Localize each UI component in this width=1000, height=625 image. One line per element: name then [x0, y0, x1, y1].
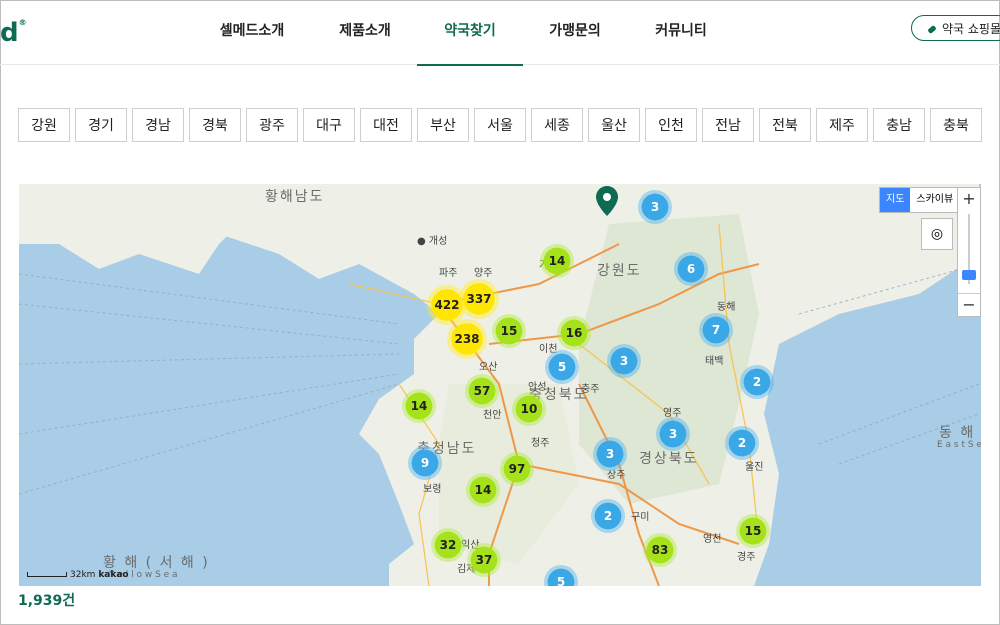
cluster-marker[interactable]: 14	[466, 473, 500, 507]
cluster-marker[interactable]: 3	[593, 437, 627, 471]
current-location-button[interactable]: ◎	[921, 218, 953, 250]
label-paju: 파주	[439, 268, 458, 279]
pharmacy-shop-button[interactable]: 약국 쇼핑몰	[911, 15, 1000, 41]
cluster-marker[interactable]: 3	[656, 417, 690, 451]
region-button[interactable]: 경북	[189, 108, 241, 142]
label-yangju: 양주	[474, 268, 493, 279]
nav-about[interactable]: 셀메드소개	[212, 0, 292, 64]
brand-logo[interactable]: d®	[0, 18, 27, 48]
map-type-control: 지도 스카이뷰	[879, 187, 961, 213]
cluster-marker[interactable]: 32	[431, 528, 465, 562]
label-yellow-sea: 황 해 ( 서 해 )	[103, 555, 210, 571]
cluster-marker[interactable]: 3	[638, 190, 672, 224]
region-button[interactable]: 부산	[417, 108, 469, 142]
cluster-marker[interactable]: 2	[740, 365, 774, 399]
region-button[interactable]: 대전	[360, 108, 412, 142]
cluster-marker[interactable]: 5	[545, 350, 579, 384]
scale-bar	[27, 572, 67, 577]
region-button[interactable]: 경남	[132, 108, 184, 142]
region-button[interactable]: 충남	[873, 108, 925, 142]
result-count: 1,939건	[18, 593, 76, 609]
cluster-marker[interactable]: 3	[607, 344, 641, 378]
zoom-out-button[interactable]: −	[958, 293, 980, 316]
cluster-marker[interactable]: 15	[736, 514, 770, 548]
region-button[interactable]: 광주	[246, 108, 298, 142]
region-button[interactable]: 인천	[645, 108, 697, 142]
zoom-control: + −	[957, 187, 981, 317]
crosshair-icon: ◎	[930, 226, 944, 242]
nav-find-pharmacy[interactable]: 약국찾기	[417, 0, 523, 66]
region-button[interactable]: 경기	[75, 108, 127, 142]
label-taebaek: 태백	[705, 356, 724, 367]
nav-community[interactable]: 커뮤니티	[641, 0, 721, 64]
label-east-sea-en: E a s t S e	[937, 440, 981, 450]
cluster-marker[interactable]: 15	[492, 314, 526, 348]
region-button[interactable]: 전남	[702, 108, 754, 142]
nav-products[interactable]: 제품소개	[325, 0, 405, 64]
cluster-marker[interactable]: 6	[674, 252, 708, 286]
nav-franchise[interactable]: 가맹문의	[535, 0, 615, 64]
cluster-marker[interactable]: 10	[512, 392, 546, 426]
cluster-marker[interactable]: 337	[459, 279, 499, 319]
region-button[interactable]: 서울	[474, 108, 526, 142]
cluster-marker[interactable]: 14	[540, 244, 574, 278]
pharmacy-map[interactable]: 황해남도 ● 개성 강원도 충청북도 충청남도 경상북도 동 해 E a s t…	[19, 184, 981, 586]
cluster-marker[interactable]: 7	[699, 313, 733, 347]
label-gaeseong: ● 개성	[417, 236, 448, 247]
zoom-slider-handle[interactable]	[962, 270, 976, 280]
cluster-marker[interactable]: 37	[467, 543, 501, 577]
label-gyeongju: 경주	[737, 552, 756, 563]
region-button[interactable]: 대구	[303, 108, 355, 142]
label-gyeongbuk: 경상북도	[639, 451, 699, 467]
label-osan: 오산	[479, 362, 498, 373]
zoom-in-button[interactable]: +	[958, 188, 980, 210]
label-ansung: 안성	[528, 382, 547, 393]
map-type-skyview-button[interactable]: 스카이뷰	[910, 188, 959, 212]
map-base	[19, 184, 980, 586]
label-donghae: 동해	[717, 302, 736, 313]
cluster-marker[interactable]: 83	[643, 533, 677, 567]
cluster-marker[interactable]: 57	[465, 374, 499, 408]
label-chungju: 충주	[581, 384, 600, 395]
label-yeongcheon: 영천	[703, 534, 722, 545]
shop-button-label: 약국 쇼핑몰	[942, 22, 1000, 36]
label-gumi: 구미	[631, 512, 650, 523]
cluster-marker[interactable]: 238	[447, 319, 487, 359]
label-boryeong: 보령	[423, 484, 442, 495]
location-pin-icon[interactable]	[596, 186, 618, 216]
pill-icon	[927, 25, 937, 34]
map-type-roadmap-button[interactable]: 지도	[880, 188, 911, 212]
region-button[interactable]: 충북	[930, 108, 982, 142]
cluster-marker[interactable]: 2	[725, 426, 759, 460]
site-header: d® 셀메드소개 제품소개 약국찾기 가맹문의 커뮤니티 약국 쇼핑몰	[0, 0, 1000, 66]
label-gangwon: 강원도	[597, 263, 642, 279]
label-hwanghae-namdo: 황해남도	[265, 189, 325, 205]
cluster-marker[interactable]: 97	[500, 452, 534, 486]
cluster-marker[interactable]: 16	[557, 316, 591, 350]
region-button[interactable]: 전북	[759, 108, 811, 142]
label-uljin: 울진	[745, 462, 764, 473]
region-button[interactable]: 제주	[816, 108, 868, 142]
map-scale: 32km kakao	[27, 570, 129, 580]
label-cheonan: 천안	[483, 410, 502, 421]
kakao-logo: kakao	[98, 570, 129, 580]
region-button[interactable]: 울산	[588, 108, 640, 142]
cluster-marker[interactable]: 9	[408, 446, 442, 480]
label-east-sea: 동 해	[939, 425, 976, 441]
cluster-marker[interactable]: 2	[591, 499, 625, 533]
region-button[interactable]: 세종	[531, 108, 583, 142]
cluster-marker[interactable]: 14	[402, 389, 436, 423]
label-cheongju: 청주	[531, 438, 550, 449]
region-button[interactable]: 강원	[18, 108, 70, 142]
scale-label: 32km	[70, 570, 96, 580]
